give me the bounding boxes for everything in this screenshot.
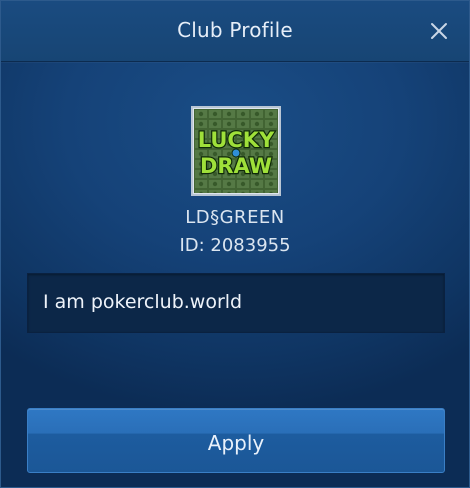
apply-button-label: Apply bbox=[207, 431, 265, 455]
apply-button[interactable]: Apply bbox=[27, 408, 445, 473]
club-avatar: LUCKY DRAW bbox=[191, 106, 281, 196]
club-profile-dialog: Club Profile LUCKY DRAW LD§GREEN ID: 208… bbox=[0, 0, 470, 488]
close-icon bbox=[431, 23, 447, 39]
club-description-text: I am pokerclub.world bbox=[43, 291, 243, 313]
club-description-field[interactable]: I am pokerclub.world bbox=[27, 273, 445, 333]
dialog-title: Club Profile bbox=[177, 18, 293, 42]
dialog-header: Club Profile bbox=[1, 1, 469, 62]
club-avatar-image: LUCKY DRAW bbox=[194, 109, 278, 193]
club-id: ID: 2083955 bbox=[179, 235, 291, 256]
avatar-text-bottom: DRAW bbox=[200, 154, 272, 178]
avatar-text-top: LUCKY bbox=[198, 128, 275, 152]
close-button[interactable] bbox=[427, 19, 451, 43]
club-name: LD§GREEN bbox=[185, 207, 285, 228]
